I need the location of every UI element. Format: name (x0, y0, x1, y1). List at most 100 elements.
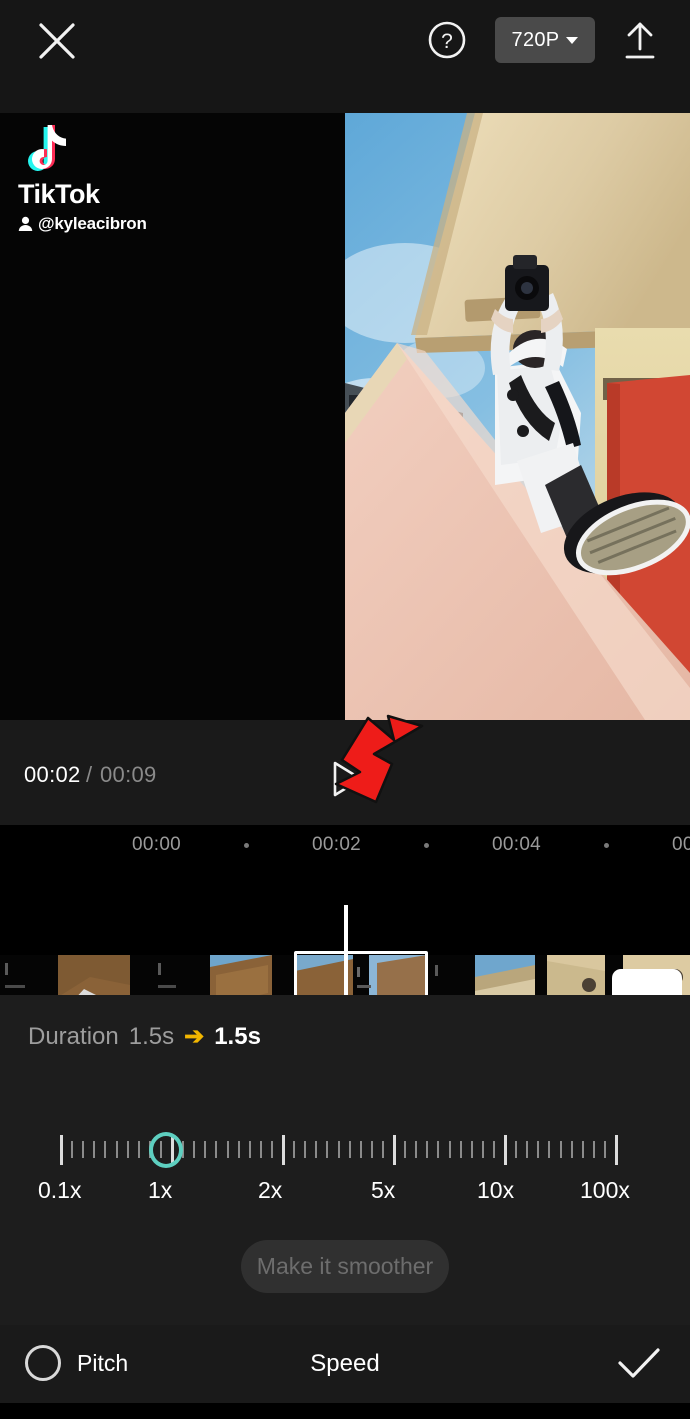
question-mark-circle-icon: ? (428, 21, 466, 59)
checkmark-icon (618, 1348, 660, 1378)
slider-minor-tick (570, 1141, 573, 1158)
slider-minor-tick (193, 1141, 196, 1158)
tiktok-note-icon (20, 121, 76, 183)
slider-minor-tick (293, 1141, 296, 1158)
duration-to-value: 1.5s (214, 1023, 261, 1050)
person-icon (18, 216, 33, 231)
slider-minor-tick (470, 1141, 473, 1158)
slider-minor-tick (548, 1141, 551, 1158)
slider-minor-tick (126, 1141, 129, 1158)
slider-minor-tick (459, 1141, 462, 1158)
slider-major-tick (60, 1135, 63, 1165)
make-it-smoother-button[interactable]: Make it smoother (241, 1240, 449, 1293)
time-separator: / (86, 762, 93, 787)
slider-minor-tick (82, 1141, 85, 1158)
speed-label-5[interactable]: 100x (580, 1177, 630, 1204)
duration-label: Duration (28, 1023, 119, 1050)
arrow-right-icon: ➔ (184, 1023, 205, 1050)
slider-minor-tick (370, 1141, 373, 1158)
slider-minor-tick (559, 1141, 562, 1158)
slider-minor-tick (492, 1141, 495, 1158)
tiktok-username-label: @kyleacibron (38, 214, 147, 233)
speed-label-4[interactable]: 10x (477, 1177, 514, 1204)
speed-label-1[interactable]: 1x (148, 1177, 172, 1204)
slider-minor-tick (115, 1141, 118, 1158)
slider-minor-tick (104, 1141, 107, 1158)
slider-minor-tick (603, 1141, 606, 1158)
speed-slider-track[interactable] (60, 1133, 618, 1167)
slider-minor-tick (337, 1141, 340, 1158)
slider-minor-tick (93, 1141, 96, 1158)
speed-slider-handle[interactable] (149, 1132, 183, 1168)
speed-label-2[interactable]: 2x (258, 1177, 282, 1204)
tiktok-watermark: TikTok @kyleacibron (10, 121, 210, 234)
slider-minor-tick (448, 1141, 451, 1158)
slider-major-tick (393, 1135, 396, 1165)
ruler-tick-2: 00:04 (492, 834, 542, 855)
resolution-button[interactable]: 720P (495, 17, 595, 63)
home-indicator-bar (0, 1403, 690, 1419)
duration-row: Duration 1.5s ➔ 1.5s (28, 1023, 261, 1051)
timeline[interactable]: 00:00 00:02 00:04 00 (0, 825, 690, 1017)
video-preview[interactable]: TikTok @kyleacibron (0, 113, 690, 720)
slider-minor-tick (326, 1141, 329, 1158)
slider-minor-tick (226, 1141, 229, 1158)
make-it-smoother-label: Make it smoother (256, 1253, 434, 1279)
slider-major-tick (282, 1135, 285, 1165)
slider-minor-tick (404, 1141, 407, 1158)
duration-from-value: 1.5s (128, 1023, 175, 1050)
slider-minor-tick (581, 1141, 584, 1158)
upload-icon (625, 22, 655, 59)
speed-editor-screen: ? 720P TikTok @kyleacibron 00:02 / 00:09… (0, 0, 690, 1419)
slider-minor-tick (381, 1141, 384, 1158)
slider-minor-tick (526, 1141, 529, 1158)
slider-minor-tick (71, 1141, 74, 1158)
close-button[interactable] (36, 20, 78, 62)
play-triangle-icon (333, 761, 363, 797)
slider-minor-tick (537, 1141, 540, 1158)
ruler-tick-3: 00 (672, 834, 690, 855)
ruler-tick-0: 00:00 (132, 834, 182, 855)
speed-slider[interactable]: 0.1x 1x 2x 5x 10x 100x (0, 1115, 690, 1225)
slider-minor-tick (348, 1141, 351, 1158)
bottom-bar: Pitch Speed (0, 1325, 690, 1403)
svg-text:?: ? (441, 30, 453, 53)
slider-minor-tick (270, 1141, 273, 1158)
speed-panel: Duration 1.5s ➔ 1.5s 0.1x 1x 2x 5x 10x 1… (0, 995, 690, 1325)
slider-minor-tick (259, 1141, 262, 1158)
timeline-ruler: 00:00 00:02 00:04 00 (0, 825, 690, 870)
slider-minor-tick (592, 1141, 595, 1158)
slider-major-tick (615, 1135, 618, 1165)
slider-minor-tick (248, 1141, 251, 1158)
panel-title: Speed (310, 1350, 380, 1377)
tiktok-username-row: @kyleacibron (18, 214, 210, 234)
current-time-label: 00:02 (24, 762, 81, 787)
slider-minor-tick (137, 1141, 140, 1158)
ruler-dot-0 (244, 843, 249, 848)
slider-minor-tick (304, 1141, 307, 1158)
slider-minor-tick (426, 1141, 429, 1158)
tiktok-brand-label: TikTok (18, 179, 100, 209)
resolution-label: 720P (511, 28, 560, 51)
help-button[interactable]: ? (427, 20, 467, 60)
slider-minor-tick (315, 1141, 318, 1158)
slider-minor-tick (481, 1141, 484, 1158)
slider-minor-tick (415, 1141, 418, 1158)
export-button[interactable] (620, 18, 660, 62)
ruler-dot-1 (424, 843, 429, 848)
slider-minor-tick (204, 1141, 207, 1158)
slider-minor-tick (359, 1141, 362, 1158)
ruler-tick-1: 00:02 (312, 834, 362, 855)
speed-label-3[interactable]: 5x (371, 1177, 395, 1204)
confirm-button[interactable] (616, 1347, 662, 1381)
slider-minor-tick (215, 1141, 218, 1158)
playback-bar: 00:02 / 00:09 (0, 720, 690, 825)
slider-major-tick (504, 1135, 507, 1165)
slider-minor-tick (437, 1141, 440, 1158)
speed-label-0[interactable]: 0.1x (38, 1177, 81, 1204)
chevron-down-icon (566, 36, 579, 44)
video-frame (345, 113, 690, 720)
slider-minor-tick (515, 1141, 518, 1158)
ruler-dot-2 (604, 843, 609, 848)
play-button[interactable] (330, 760, 364, 798)
